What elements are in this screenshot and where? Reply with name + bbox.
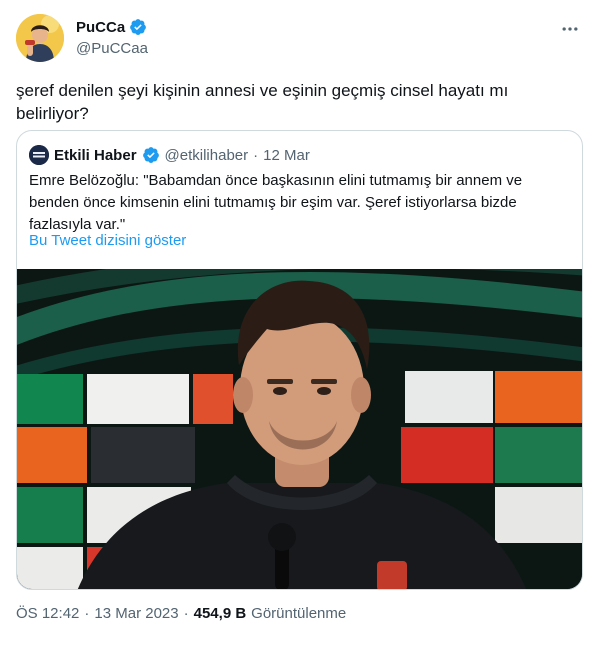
views-count[interactable]: 454,9 B [194, 605, 247, 622]
author-display-name[interactable]: PuCCa [76, 19, 125, 36]
author-avatar[interactable] [16, 14, 64, 62]
quoted-separator: · [253, 146, 259, 164]
footer-separator: · [183, 605, 189, 622]
quoted-date[interactable]: 12 Mar [263, 147, 310, 164]
verified-badge-icon [129, 18, 147, 36]
author-block: PuCCa @PuCCaa [76, 17, 148, 58]
quoted-tweet-card[interactable]: Etkili Haber @etkilihaber · 12 Mar Emre … [16, 130, 583, 590]
more-options-icon[interactable] [558, 17, 582, 41]
tweet-time[interactable]: ÖS 12:42 [16, 605, 79, 622]
tweet-date[interactable]: 13 Mar 2023 [94, 605, 178, 622]
quoted-tweet-photo[interactable] [17, 269, 582, 589]
quoted-tweet-header: Etkili Haber @etkilihaber · 12 Mar [29, 144, 310, 166]
quoted-author-display-name[interactable]: Etkili Haber [54, 147, 137, 164]
views-label: Görüntülenme [251, 605, 347, 622]
show-thread-link[interactable]: Bu Tweet dizisini göster [29, 232, 186, 249]
tweet-footer: ÖS 12:42 · 13 Mar 2023 · 454,9 B Görüntü… [16, 605, 346, 622]
quoted-author-handle[interactable]: @etkilihaber [165, 147, 249, 164]
tweet: PuCCa @PuCCaa şeref denilen şeyi kişinin… [0, 0, 600, 659]
quoted-verified-badge-icon [142, 146, 160, 164]
author-handle[interactable]: @PuCCaa [76, 40, 148, 57]
quoted-tweet-text: Emre Belözoğlu: "Babamdan önce başkasını… [29, 172, 523, 233]
footer-separator: · [84, 605, 90, 622]
quoted-author-avatar[interactable] [29, 145, 49, 165]
tweet-text: şeref denilen şeyi kişinin annesi ve eşi… [16, 81, 509, 123]
